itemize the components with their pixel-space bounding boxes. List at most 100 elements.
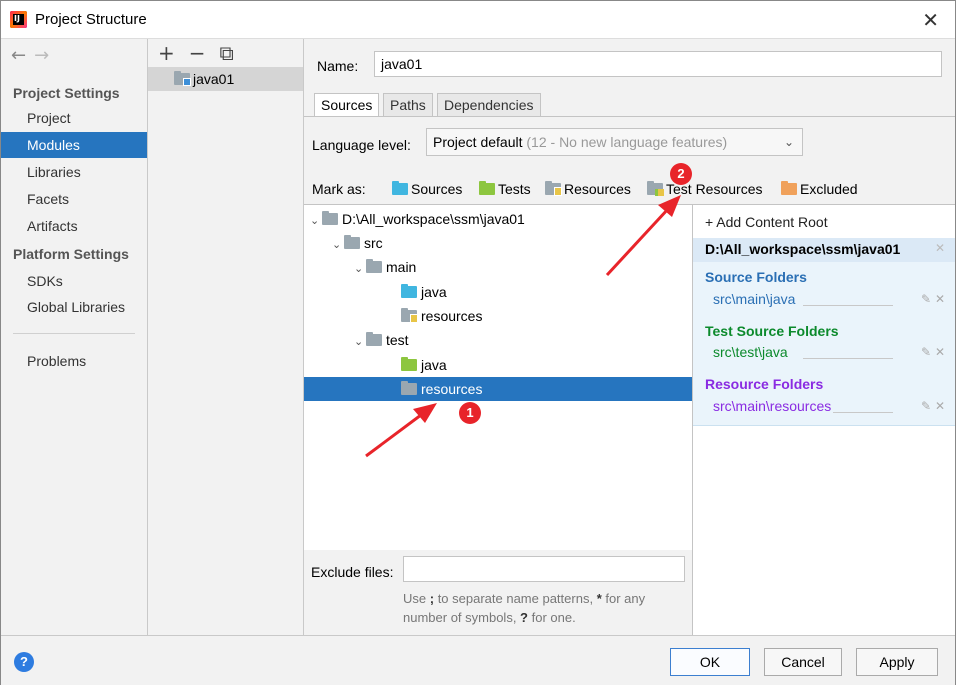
project-settings-heading: Project Settings xyxy=(13,85,120,101)
forward-arrow-icon[interactable]: → xyxy=(34,45,49,66)
content-root-block: D:\All_workspace\ssm\java01 ✕ Source Fol… xyxy=(693,238,955,426)
sources-folder-icon xyxy=(392,181,408,195)
language-level-value: Project default xyxy=(433,134,523,150)
back-arrow-icon[interactable]: ← xyxy=(11,45,26,66)
tab-paths[interactable]: Paths xyxy=(383,93,433,117)
tree-row[interactable]: resources xyxy=(304,304,692,328)
nav-item-modules[interactable]: Modules xyxy=(1,132,147,158)
intellij-logo-icon: IJ xyxy=(10,11,27,28)
tree-row[interactable]: ⌄ src xyxy=(304,231,692,255)
divider xyxy=(833,412,893,413)
folder-icon xyxy=(344,235,360,249)
cancel-button[interactable]: Cancel xyxy=(764,648,842,676)
help-icon[interactable]: ? xyxy=(14,652,34,672)
exclude-files-input[interactable] xyxy=(403,556,685,582)
platform-settings-heading: Platform Settings xyxy=(13,246,129,262)
mark-tests-label: Tests xyxy=(498,181,531,197)
folder-icon xyxy=(366,332,382,346)
ok-button[interactable]: OK xyxy=(670,648,750,676)
nav-divider xyxy=(13,333,135,334)
source-folder-path[interactable]: src\main\java xyxy=(713,291,795,307)
module-item-label: java01 xyxy=(193,71,235,87)
tree-row-label: java xyxy=(421,284,447,300)
folder-icon xyxy=(401,381,417,395)
nav-item-libraries[interactable]: Libraries xyxy=(1,159,147,185)
tree-row-label: resources xyxy=(421,381,483,397)
tree-row-label: java xyxy=(421,357,447,373)
close-icon[interactable]: ✕ xyxy=(935,399,945,413)
annotation-badge-1: 1 xyxy=(459,402,481,424)
title-bar: IJ Project Structure ✕ xyxy=(1,1,955,39)
resources-folder-icon xyxy=(545,181,562,196)
mark-sources-button[interactable]: Sources xyxy=(392,181,462,197)
window-title: Project Structure xyxy=(35,11,147,28)
chevron-down-icon[interactable]: ⌄ xyxy=(354,257,366,281)
tab-dependencies[interactable]: Dependencies xyxy=(437,93,541,117)
mark-excluded-button[interactable]: Excluded xyxy=(781,181,858,197)
remove-icon[interactable]: − xyxy=(189,41,206,65)
resources-folder-icon xyxy=(401,308,418,323)
nav-item-problems[interactable]: Problems xyxy=(1,348,147,374)
annotation-badge-2: 2 xyxy=(670,163,692,185)
chevron-down-icon[interactable]: ⌄ xyxy=(310,209,322,233)
mark-resources-label: Resources xyxy=(564,181,631,197)
tests-folder-icon xyxy=(479,181,495,195)
tree-row[interactable]: java xyxy=(304,280,692,304)
remove-root-icon[interactable]: ✕ xyxy=(935,241,945,255)
pencil-icon[interactable]: ✎ xyxy=(921,399,931,413)
mark-tests-button[interactable]: Tests xyxy=(479,181,531,197)
pencil-icon[interactable]: ✎ xyxy=(921,345,931,359)
dialog-button-bar: ? OK Cancel Apply xyxy=(1,635,955,685)
tree-row[interactable]: resources xyxy=(304,377,692,401)
module-folder-icon xyxy=(174,71,191,86)
test-source-folders-title: Test Source Folders xyxy=(705,323,839,339)
close-icon[interactable]: ✕ xyxy=(935,345,945,359)
chevron-down-icon[interactable]: ⌄ xyxy=(332,233,344,257)
content-roots-panel: + Add Content Root D:\All_workspace\ssm\… xyxy=(693,204,955,636)
module-name-input[interactable]: java01 xyxy=(374,51,942,77)
add-content-root-button[interactable]: + Add Content Root xyxy=(705,214,828,230)
tab-sources[interactable]: Sources xyxy=(314,93,380,117)
tree-row-label: main xyxy=(386,259,417,275)
exclude-files-label: Exclude files: xyxy=(311,564,394,580)
nav-item-global-libraries[interactable]: Global Libraries xyxy=(1,294,147,320)
resource-folder-path[interactable]: src\main\resources xyxy=(713,398,831,414)
add-icon[interactable]: + xyxy=(158,41,175,65)
source-folders-title: Source Folders xyxy=(705,269,807,285)
nav-item-facets[interactable]: Facets xyxy=(1,186,147,212)
tree-row[interactable]: ⌄ test xyxy=(304,328,692,352)
exclude-files-hint: Use ; to separate name patterns, * for a… xyxy=(403,591,646,625)
mark-test-resources-button[interactable]: Test Resources xyxy=(647,181,762,197)
chevron-down-icon[interactable]: ⌄ xyxy=(354,330,366,354)
excluded-folder-icon xyxy=(781,181,797,195)
tree-row-label: src xyxy=(364,235,383,251)
module-settings-panel: Name: java01 Sources Paths Dependencies … xyxy=(304,39,955,636)
tree-row[interactable]: ⌄ D:\All_workspace\ssm\java01 xyxy=(304,207,692,231)
name-label: Name: xyxy=(317,58,359,74)
nav-item-sdks[interactable]: SDKs xyxy=(1,268,147,294)
chevron-down-icon: ⌄ xyxy=(783,135,794,149)
copy-icon[interactable]: ⧉ xyxy=(220,41,234,65)
mark-sources-label: Sources xyxy=(411,181,463,197)
project-structure-dialog: IJ Project Structure ✕ ← → Project Settin… xyxy=(0,0,956,685)
mark-as-label: Mark as: xyxy=(312,181,366,197)
sources-tab-content: Language level: Project default (12 - No… xyxy=(304,116,955,636)
source-folder-icon xyxy=(401,284,417,298)
test-folder-icon xyxy=(401,357,417,371)
nav-item-project[interactable]: Project xyxy=(1,105,147,131)
tree-row[interactable]: ⌄ main xyxy=(304,255,692,279)
pencil-icon[interactable]: ✎ xyxy=(921,292,931,306)
nav-item-artifacts[interactable]: Artifacts xyxy=(1,213,147,239)
language-level-label: Language level: xyxy=(312,137,411,153)
mark-resources-button[interactable]: Resources xyxy=(545,181,631,197)
apply-button[interactable]: Apply xyxy=(856,648,938,676)
language-level-select[interactable]: Project default (12 - No new language fe… xyxy=(426,128,803,156)
module-item-java01[interactable]: java01 xyxy=(148,67,303,91)
content-root-path: D:\All_workspace\ssm\java01 xyxy=(705,241,901,257)
exclude-files-area: Exclude files: Use ; to separate name pa… xyxy=(304,550,693,636)
tree-row-label: resources xyxy=(421,308,483,324)
test-source-folder-path[interactable]: src\test\java xyxy=(713,344,788,360)
close-icon[interactable]: ✕ xyxy=(922,8,939,32)
close-icon[interactable]: ✕ xyxy=(935,292,945,306)
tree-row[interactable]: java xyxy=(304,353,692,377)
